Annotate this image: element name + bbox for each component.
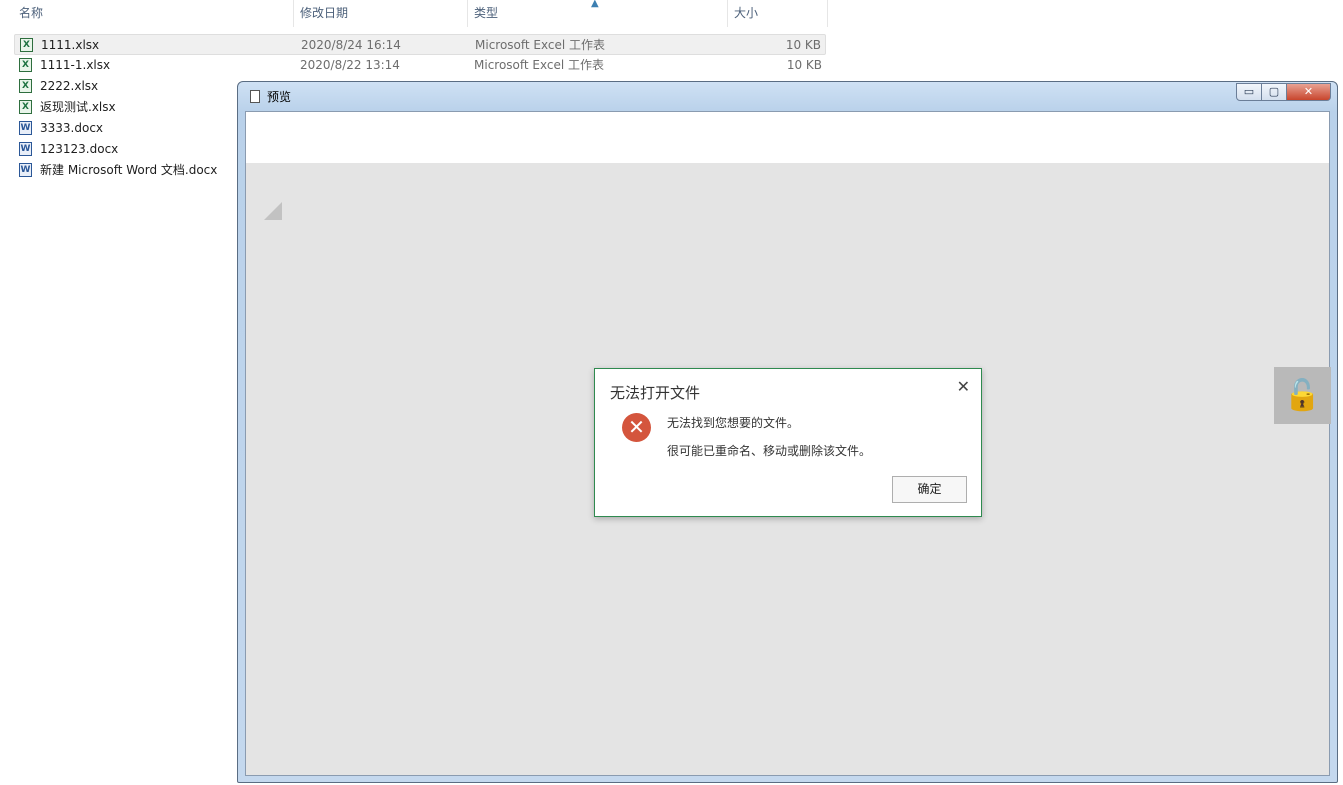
excel-file-icon: X xyxy=(19,100,32,114)
file-size: 10 KB xyxy=(786,58,822,72)
excel-file-icon: X xyxy=(19,79,32,93)
excel-file-icon: X xyxy=(20,38,33,52)
file-type: Microsoft Excel 工作表 xyxy=(474,58,605,72)
file-size: 10 KB xyxy=(785,38,821,52)
file-name: 1111.xlsx xyxy=(41,38,100,52)
file-date: 2020/8/22 13:14 xyxy=(300,58,400,72)
dialog-message-secondary: 很可能已重命名、移动或删除该文件。 xyxy=(667,444,872,458)
maximize-button[interactable]: ▢ xyxy=(1262,83,1287,101)
caption-buttons: ▭ ▢ ✕ xyxy=(1236,83,1331,102)
file-row[interactable]: X 1111-1.xlsx 2020/8/22 13:14 Microsoft … xyxy=(14,55,826,76)
file-name: 新建 Microsoft Word 文档.docx xyxy=(40,163,218,177)
resize-corner-icon xyxy=(264,202,282,220)
document-icon xyxy=(250,90,260,103)
unlock-icon[interactable]: 🔓 xyxy=(1274,367,1331,424)
word-file-icon: W xyxy=(19,142,32,156)
dialog-message-primary: 无法找到您想要的文件。 xyxy=(667,416,800,430)
column-header-size[interactable]: 大小 xyxy=(728,0,828,27)
error-dialog: 无法打开文件 ✕ ✕ 无法找到您想要的文件。 很可能已重命名、移动或删除该文件。… xyxy=(594,368,982,517)
minimize-button[interactable]: ▭ xyxy=(1236,83,1262,101)
window-title: 预览 xyxy=(267,90,292,104)
word-file-icon: W xyxy=(19,163,32,177)
error-icon: ✕ xyxy=(622,413,651,442)
file-type: Microsoft Excel 工作表 xyxy=(475,38,606,52)
file-name: 1111-1.xlsx xyxy=(40,58,111,72)
window-close-button[interactable]: ✕ xyxy=(1287,83,1331,101)
file-name: 3333.docx xyxy=(40,121,104,135)
word-file-icon: W xyxy=(19,121,32,135)
excel-file-icon: X xyxy=(19,58,32,72)
dialog-close-icon[interactable]: ✕ xyxy=(957,377,970,396)
file-name: 123123.docx xyxy=(40,142,119,156)
column-header-date[interactable]: 修改日期 xyxy=(294,0,468,27)
preview-titlebar[interactable]: 预览 ▭ ▢ ✕ xyxy=(238,82,1337,112)
preview-toolbar-area xyxy=(246,112,1329,163)
sort-ascending-icon: ▲ xyxy=(591,0,599,9)
ok-button[interactable]: 确定 xyxy=(892,476,967,503)
column-header-name[interactable]: 名称 xyxy=(13,0,294,27)
file-name: 返现测试.xlsx xyxy=(40,100,116,114)
dialog-title: 无法打开文件 xyxy=(610,384,701,402)
file-name: 2222.xlsx xyxy=(40,79,99,93)
file-date: 2020/8/24 16:14 xyxy=(301,38,401,52)
file-row[interactable]: X 1111.xlsx 2020/8/24 16:14 Microsoft Ex… xyxy=(14,34,826,55)
